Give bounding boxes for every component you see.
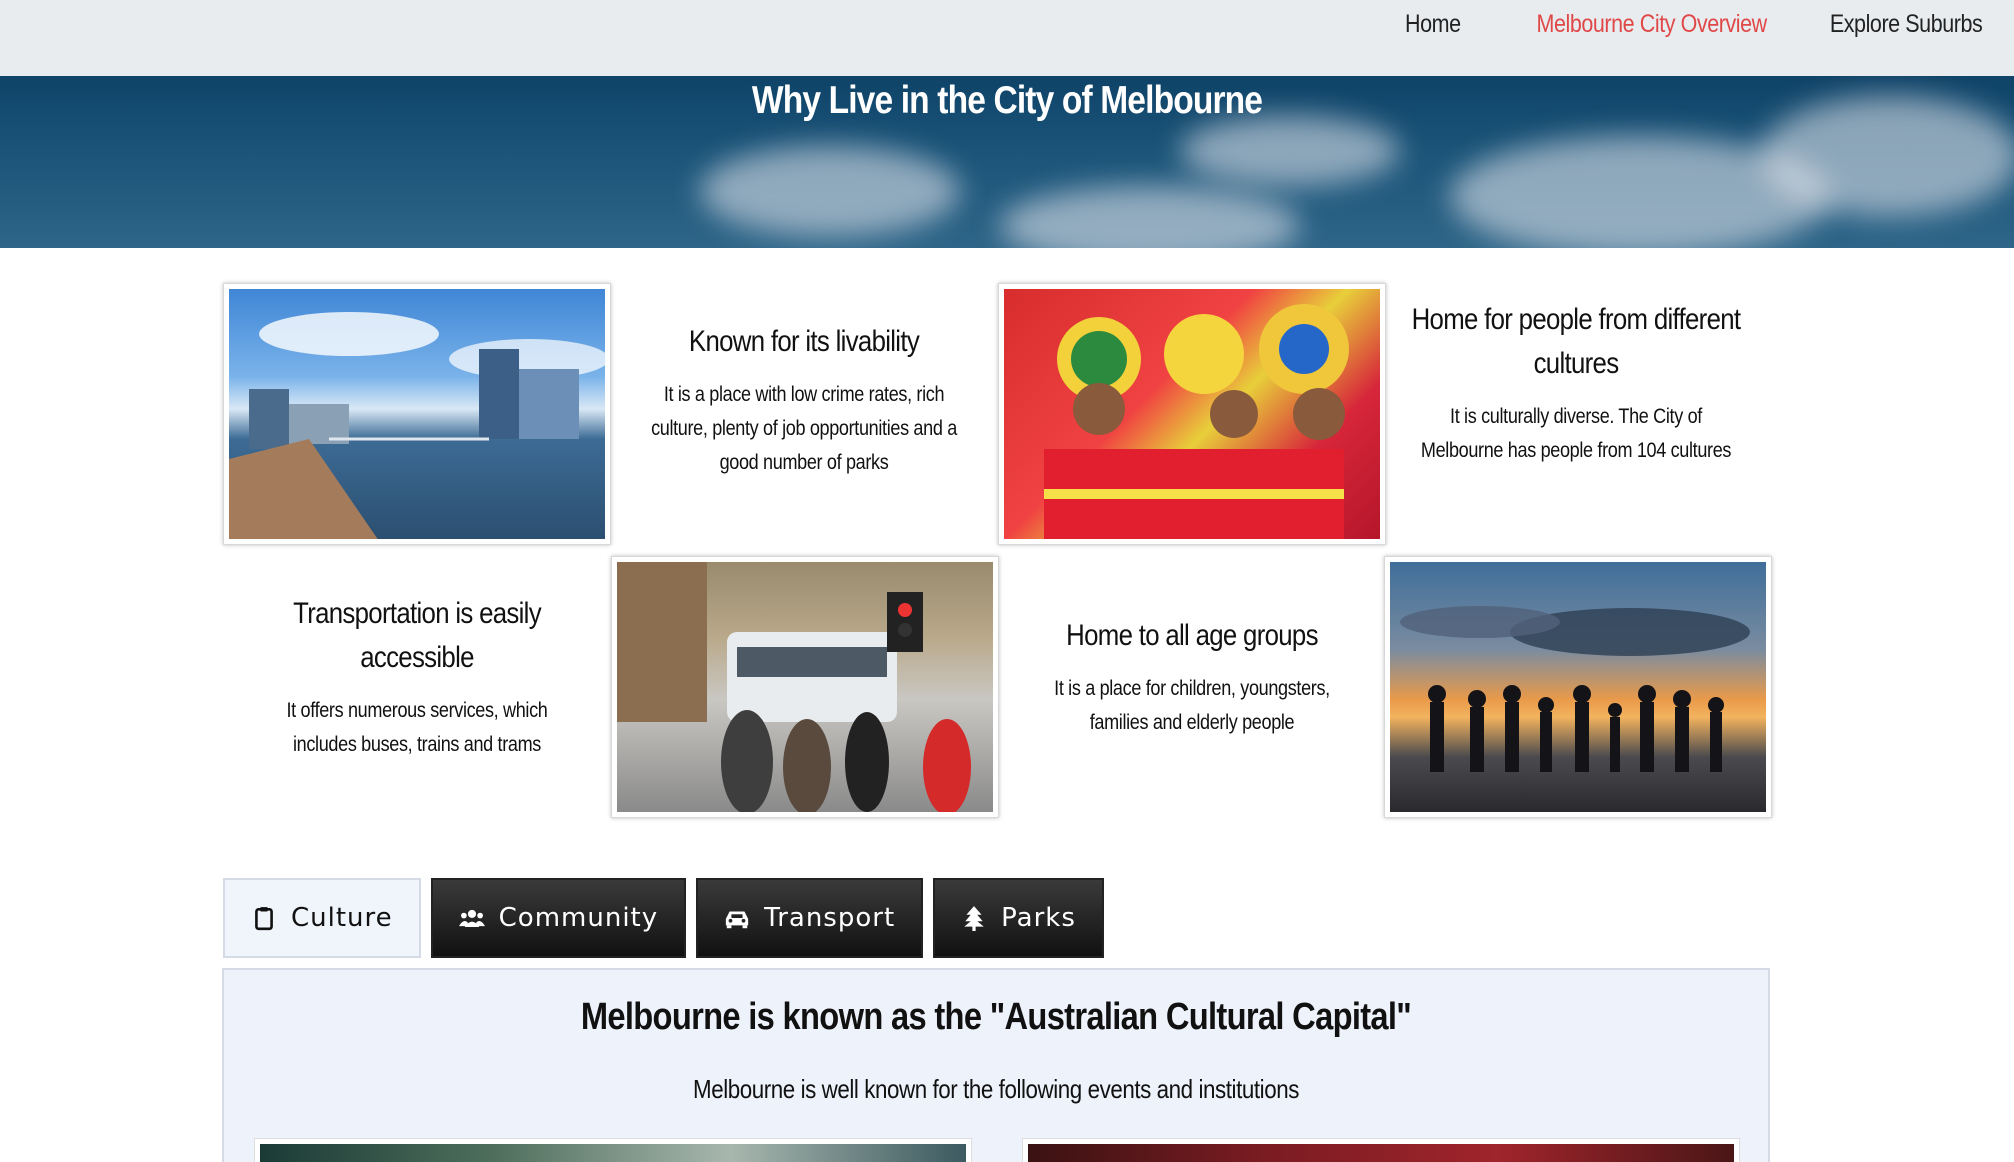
clipboard-icon [255,907,273,931]
nav-link-city-overview[interactable]: Melbourne City Overview [1536,10,1767,39]
tab-label: Transport [764,903,896,933]
cultures-image [998,283,1386,545]
tab-label: Community [498,903,659,933]
culture-tab-panel: Melbourne is known as the "Australian Cu… [222,968,1770,1162]
nav-link-explore-suburbs[interactable]: Explore Suburbs [1829,10,1982,39]
tab-label: Culture [291,903,393,933]
panel-title: Melbourne is known as the "Australian Cu… [580,996,1412,1038]
age-groups-image [1384,556,1772,818]
car-icon [725,911,749,929]
feature-title: Known for its livability [688,325,920,358]
cultures-feature: Home for people from different cultures … [1382,298,1770,468]
feature-description: It is a place with low crime rates, rich… [651,383,957,474]
age-groups-feature: Home to all age groups It is a place for… [998,614,1386,740]
event-image [260,1144,966,1162]
hero-cloud [1180,116,1400,186]
topic-tabs: Culture Community Transport Parks [223,878,1104,958]
hero-cloud [1000,186,1300,248]
livability-feature: Known for its livability It is a place w… [610,320,998,480]
tab-transport[interactable]: Transport [696,878,924,958]
livability-image [223,283,611,545]
panel-subtitle: Melbourne is well known for the followin… [693,1074,1299,1104]
feature-description: It is a place for children, youngsters, … [1054,677,1330,734]
event-card [1022,1138,1740,1162]
feature-description: It is culturally diverse. The City of Me… [1420,405,1732,462]
tree-icon [964,906,984,931]
nav-link-home[interactable]: Home [1405,10,1461,39]
event-card [254,1138,972,1162]
tab-label: Parks [1001,903,1076,933]
users-icon [458,909,485,927]
feature-title: Transportation is easily accessible [293,597,542,674]
page-title: Why Live in the City of Melbourne [751,79,1263,122]
feature-description: It offers numerous services, which inclu… [286,699,548,756]
tab-community[interactable]: Community [430,878,687,958]
tab-culture[interactable]: Culture [223,878,421,958]
transport-feature: Transportation is easily accessible It o… [223,592,611,762]
transport-image [611,556,999,818]
hero-cloud [700,146,960,236]
event-image [1028,1144,1734,1162]
tab-parks[interactable]: Parks [933,878,1104,958]
hero-banner: Why Live in the City of Melbourne [0,76,2014,248]
feature-title: Home for people from different cultures [1411,303,1741,380]
feature-title: Home to all age groups [1066,619,1318,652]
top-navbar: Home Melbourne City Overview Explore Sub… [0,0,2014,76]
